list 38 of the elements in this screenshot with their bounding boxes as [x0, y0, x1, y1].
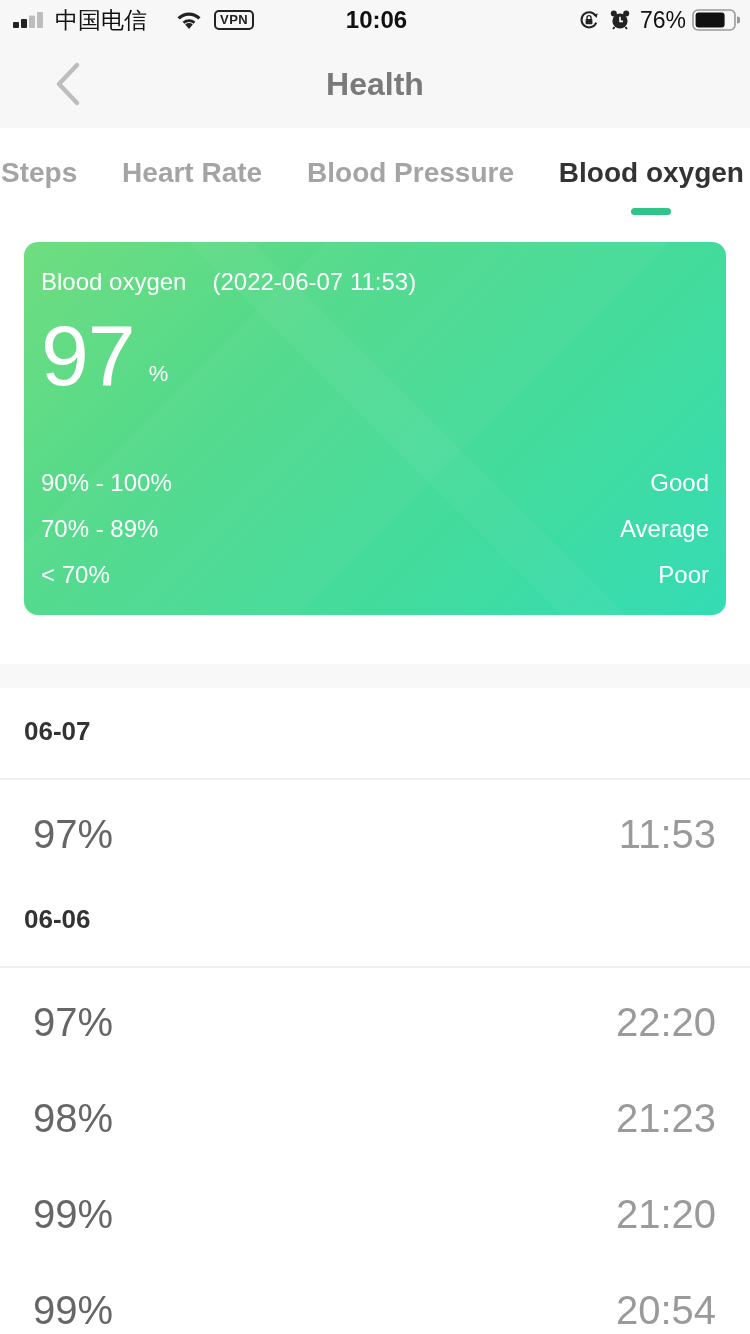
reading-value: 97: [41, 313, 135, 397]
wifi-icon: [177, 11, 201, 29]
category-tab[interactable]: Blood oxygen: [558, 128, 744, 225]
record-time: 21:20: [615, 1193, 716, 1235]
record-value: 98%: [33, 1097, 114, 1139]
record-time: 11:53: [618, 813, 716, 855]
card-title: Blood oxygen: [41, 267, 187, 297]
reading-unit: %: [148, 363, 169, 385]
orientation-lock-icon: [578, 10, 599, 30]
record-value: 99%: [33, 1193, 114, 1235]
category-tab[interactable]: Blood Pressure: [307, 128, 514, 225]
carrier-name: 中国电信: [55, 8, 147, 32]
category-tab[interactable]: Steps: [1, 128, 78, 225]
clock-time: 10:06: [345, 8, 408, 32]
range-label: 70% - 89%: [41, 514, 159, 544]
date-heading: 06-07: [24, 716, 91, 746]
vpn-indicator: VPN: [214, 10, 255, 30]
page-title: Health: [326, 68, 424, 100]
record-value: 97%: [33, 813, 114, 855]
selected-indicator: [631, 208, 672, 215]
battery-percentage: 76%: [639, 8, 686, 32]
record-time: 22:20: [615, 1001, 716, 1043]
rating-label: Good: [650, 468, 709, 498]
range-label: < 70%: [41, 560, 110, 590]
rating-label: Poor: [658, 560, 709, 590]
rating-label: Average: [620, 514, 709, 544]
signal-icon: [13, 12, 45, 28]
category-tab[interactable]: Heart Rate: [122, 128, 263, 225]
range-label: 90% - 100%: [41, 468, 172, 498]
chevron-left-icon: [55, 62, 81, 106]
record-time: 20:54: [615, 1289, 716, 1331]
record-value: 97%: [33, 1001, 114, 1043]
record-time: 21:23: [615, 1097, 716, 1139]
record-value: 99%: [33, 1289, 114, 1331]
date-heading: 06-06: [24, 904, 91, 934]
alarm-clock-icon: [609, 10, 630, 30]
reading-timestamp: (2022-06-07 11:53): [212, 267, 417, 297]
battery-icon: [692, 9, 740, 31]
